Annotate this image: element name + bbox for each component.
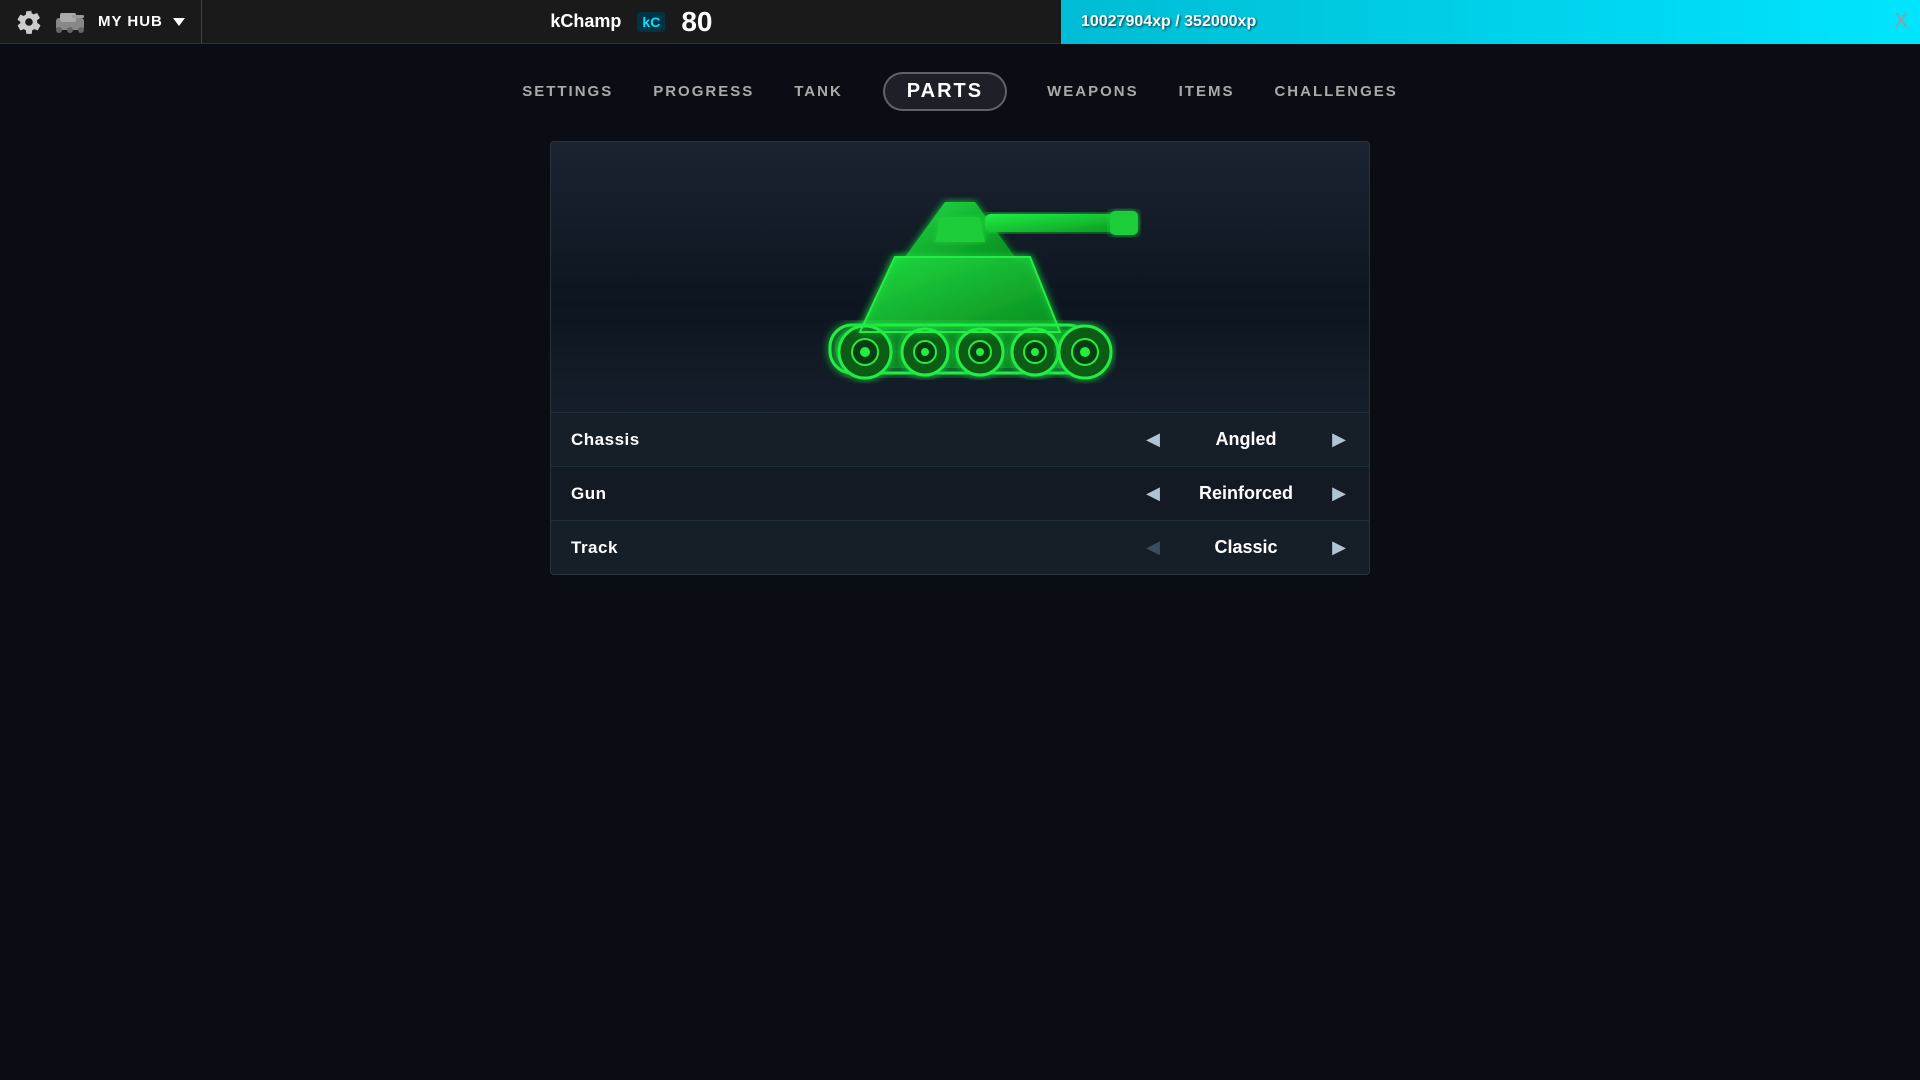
track-row: Track ◀ Classic ▶ <box>551 520 1369 574</box>
chassis-row: Chassis ◀ Angled ▶ <box>551 412 1369 466</box>
chassis-selector: ◀ Angled ▶ <box>1143 429 1349 450</box>
tank-image <box>720 162 1200 392</box>
tank-display <box>551 142 1369 412</box>
track-prev-button[interactable]: ◀ <box>1143 537 1163 558</box>
center-section: kChamp kC 80 <box>202 6 1061 38</box>
gun-label: Gun <box>571 484 1143 504</box>
chassis-value: Angled <box>1181 429 1311 450</box>
username-label: kChamp <box>550 11 621 32</box>
kc-badge: kC <box>637 12 665 32</box>
tank-avatar-icon <box>52 8 88 36</box>
level-badge: 80 <box>681 6 712 38</box>
xp-bar: 10027904xp / 352000xp <box>1061 0 1920 44</box>
nav-items[interactable]: ITEMS <box>1179 83 1235 100</box>
chassis-prev-button[interactable]: ◀ <box>1143 429 1163 450</box>
close-button[interactable]: X <box>1895 10 1908 33</box>
nav-settings[interactable]: SETTINGS <box>522 83 613 100</box>
nav-progress[interactable]: PROGRESS <box>653 83 754 100</box>
chassis-next-button[interactable]: ▶ <box>1329 429 1349 450</box>
nav-challenges[interactable]: CHALLENGES <box>1274 83 1397 100</box>
gun-prev-button[interactable]: ◀ <box>1143 483 1163 504</box>
chevron-down-icon[interactable] <box>173 18 185 26</box>
gun-row: Gun ◀ Reinforced ▶ <box>551 466 1369 520</box>
main-content: Chassis ◀ Angled ▶ Gun ◀ Reinforced ▶ Tr… <box>0 131 1920 575</box>
hub-section: MY HUB <box>0 0 202 43</box>
parts-panel: Chassis ◀ Angled ▶ Gun ◀ Reinforced ▶ Tr… <box>550 141 1370 575</box>
hub-label: MY HUB <box>98 13 163 30</box>
nav-weapons[interactable]: WEAPONS <box>1047 83 1139 100</box>
navigation: SETTINGS PROGRESS TANK PARTS WEAPONS ITE… <box>0 44 1920 131</box>
track-label: Track <box>571 538 1143 558</box>
gun-next-button[interactable]: ▶ <box>1329 483 1349 504</box>
gun-value: Reinforced <box>1181 483 1311 504</box>
track-value: Classic <box>1181 537 1311 558</box>
gun-selector: ◀ Reinforced ▶ <box>1143 483 1349 504</box>
track-next-button[interactable]: ▶ <box>1329 537 1349 558</box>
chassis-label: Chassis <box>571 430 1143 450</box>
xp-text: 10027904xp / 352000xp <box>1061 13 1256 31</box>
track-selector: ◀ Classic ▶ <box>1143 537 1349 558</box>
nav-parts[interactable]: PARTS <box>883 72 1007 111</box>
gear-icon[interactable] <box>16 9 42 35</box>
nav-tank[interactable]: TANK <box>794 83 843 100</box>
top-bar: MY HUB kChamp kC 80 10027904xp / 352000x… <box>0 0 1920 44</box>
